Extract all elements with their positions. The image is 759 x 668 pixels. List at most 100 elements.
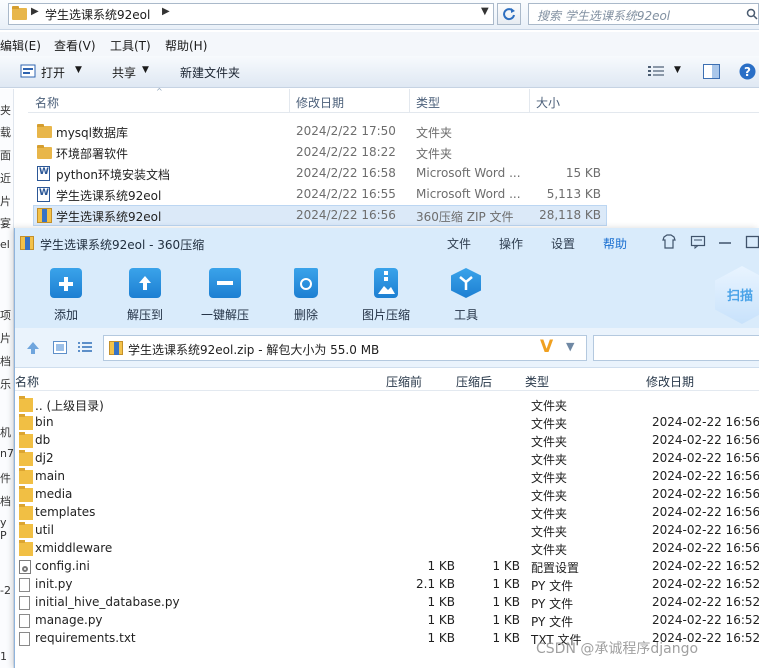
zip-entry-date: 2024-02-22 16:52 <box>652 559 759 573</box>
v-logo-icon[interactable]: V <box>540 337 553 357</box>
zip-entry-row[interactable]: main 文件夹 2024-02-22 16:56 <box>15 468 759 486</box>
zip-menu-help[interactable]: 帮助 <box>603 235 627 252</box>
nav-item[interactable]: el <box>0 238 14 251</box>
feedback-icon[interactable] <box>690 234 706 250</box>
extract-to-label: 解压到 <box>126 308 163 322</box>
file-row[interactable]: python环境安装文档 2024/2/22 16:58 Microsoft W… <box>33 163 607 184</box>
list-view-icon[interactable] <box>78 341 92 354</box>
thumbnail-view-icon[interactable] <box>53 341 67 354</box>
zip-column-date[interactable]: 修改日期 <box>646 373 694 390</box>
nav-item[interactable]: 片 <box>0 330 14 346</box>
column-divider[interactable] <box>529 89 530 113</box>
image-compress-button[interactable]: 图片压缩 <box>351 264 421 324</box>
add-icon <box>50 268 82 298</box>
zip-entry-name: xmiddleware <box>35 541 113 555</box>
nav-item[interactable]: 面 <box>0 147 14 163</box>
address-field[interactable]: ▶ 学生选课系统92eol ▶ ▼ <box>8 3 494 25</box>
share-button[interactable]: 共享 ▼ <box>112 62 154 82</box>
zip-entry-row[interactable]: init.py 2.1 KB 1 KB PY 文件 2024-02-22 16:52 <box>15 576 759 594</box>
menu-view[interactable]: 查看(V) <box>54 37 96 54</box>
zip-title-bar[interactable]: 学生选课系统92eol - 360压缩 文件 操作 设置 帮助 <box>15 228 759 258</box>
nav-item[interactable]: 宴 <box>0 215 14 231</box>
zip-entry-row[interactable]: manage.py 1 KB 1 KB PY 文件 2024-02-22 16:52 <box>15 612 759 630</box>
nav-item[interactable]: 件 <box>0 470 14 486</box>
archive-path-field[interactable]: 学生选课系统92eol.zip - 解包大小为 55.0 MB V ▼ <box>103 335 587 361</box>
menu-edit[interactable]: 编辑(E) <box>0 37 41 54</box>
search-input[interactable]: 搜索 学生选课系统92eol <box>528 3 759 25</box>
nav-item[interactable]: 1 <box>0 650 14 663</box>
zip-entry-row[interactable]: templates 文件夹 2024-02-22 16:56 <box>15 504 759 522</box>
nav-item[interactable]: 乐 <box>0 376 14 392</box>
zip-entry-row[interactable]: xmiddleware 文件夹 2024-02-22 16:56 <box>15 540 759 558</box>
column-name[interactable]: 名称 <box>35 94 59 111</box>
zip-entry-type: 文件夹 <box>531 489 568 503</box>
column-divider[interactable] <box>289 89 290 113</box>
zip-entry-row[interactable]: util 文件夹 2024-02-22 16:56 <box>15 522 759 540</box>
nav-item[interactable]: n7 <box>0 447 14 460</box>
zip-search-input[interactable] <box>593 335 759 361</box>
zip-nav-bar: 学生选课系统92eol.zip - 解包大小为 55.0 MB V ▼ <box>15 328 759 368</box>
zip-column-type[interactable]: 类型 <box>525 373 549 390</box>
zip-entry-row[interactable]: .. (上级目录) 文件夹 <box>15 396 759 414</box>
nav-item[interactable]: 项 <box>0 307 14 323</box>
up-arrow-icon[interactable] <box>26 341 40 355</box>
tools-button[interactable]: 工具 <box>431 264 501 324</box>
column-type[interactable]: 类型 <box>416 94 440 111</box>
one-click-extract-button[interactable]: 一键解压 <box>190 264 260 324</box>
file-type: 文件夹 <box>416 147 453 161</box>
new-folder-button[interactable]: 新建文件夹 <box>180 64 240 81</box>
file-row[interactable]: 环境部署软件 2024/2/22 18:22 文件夹 <box>33 142 607 163</box>
zip-menu-settings[interactable]: 设置 <box>551 235 575 252</box>
zip-entry-row[interactable]: media 文件夹 2024-02-22 16:56 <box>15 486 759 504</box>
zip-column-name[interactable]: 名称 <box>15 373 39 390</box>
history-dropdown-icon[interactable]: ▼ <box>481 6 489 17</box>
view-options-button[interactable]: ▼ <box>648 64 684 80</box>
add-button[interactable]: 添加 <box>31 264 101 324</box>
column-divider[interactable] <box>409 89 410 113</box>
scan-label[interactable]: 扫描 <box>727 285 753 304</box>
menu-tools[interactable]: 工具(T) <box>110 37 151 54</box>
zip-column-before[interactable]: 压缩前 <box>386 373 422 390</box>
nav-item[interactable]: 片 <box>0 193 14 209</box>
file-row[interactable]: mysql数据库 2024/2/22 17:50 文件夹 <box>33 121 607 142</box>
skin-icon[interactable] <box>661 234 677 250</box>
zip-menu-operate[interactable]: 操作 <box>499 235 523 252</box>
minimize-icon[interactable] <box>717 234 733 250</box>
maximize-icon[interactable] <box>744 234 759 250</box>
nav-item[interactable]: 档 <box>0 493 14 509</box>
zip-menu-file[interactable]: 文件 <box>447 235 471 252</box>
file-name: python环境安装文档 <box>56 168 170 182</box>
file-row[interactable]: 学生选课系统92eol 2024/2/22 16:55 Microsoft Wo… <box>33 184 607 205</box>
zip-entry-row[interactable]: initial_hive_database.py 1 KB 1 KB PY 文件 202… <box>15 594 759 612</box>
nav-item[interactable]: y P <box>0 516 14 542</box>
zip-column-after[interactable]: 压缩后 <box>456 373 492 390</box>
help-icon[interactable]: ? <box>739 63 756 80</box>
nav-item[interactable]: -2 <box>0 584 14 597</box>
zip-entry-row[interactable]: db 文件夹 2024-02-22 16:56 <box>15 432 759 450</box>
nav-item[interactable]: 夹 <box>0 102 14 118</box>
one-click-extract-icon <box>209 268 241 298</box>
breadcrumb-folder[interactable]: 学生选课系统92eol <box>45 6 150 23</box>
folder-icon <box>19 486 33 502</box>
delete-button[interactable]: 删除 <box>271 264 341 324</box>
zip-entry-row[interactable]: bin 文件夹 2024-02-22 16:56 <box>15 414 759 432</box>
nav-item[interactable]: 载 <box>0 124 14 140</box>
nav-item[interactable]: 近 <box>0 170 14 186</box>
search-icon[interactable] <box>746 8 758 20</box>
column-date[interactable]: 修改日期 <box>296 94 344 111</box>
refresh-button[interactable] <box>497 3 521 25</box>
path-dropdown-icon[interactable]: ▼ <box>566 340 574 353</box>
extract-to-button[interactable]: 解压到 <box>110 264 180 324</box>
preview-pane-icon[interactable] <box>703 64 720 79</box>
zip-entry-row[interactable]: dj2 文件夹 2024-02-22 16:56 <box>15 450 759 468</box>
zip-entry-row[interactable]: config.ini 1 KB 1 KB 配置设置 2024-02-22 16:52 <box>15 558 759 576</box>
nav-item[interactable]: 档 <box>0 353 14 369</box>
column-size[interactable]: 大小 <box>536 94 560 111</box>
breadcrumb-chevron-icon[interactable]: ▶ <box>162 6 170 17</box>
open-button[interactable]: 打开 ▼ <box>20 62 88 82</box>
breadcrumb-separator-icon[interactable]: ▶ <box>31 6 39 17</box>
nav-item[interactable]: 机 <box>0 424 14 440</box>
file-row-selected[interactable]: 学生选课系统92eol 2024/2/22 16:56 360压缩 ZIP 文件… <box>33 205 607 226</box>
menu-help[interactable]: 帮助(H) <box>165 37 207 54</box>
file-icon <box>19 596 30 610</box>
